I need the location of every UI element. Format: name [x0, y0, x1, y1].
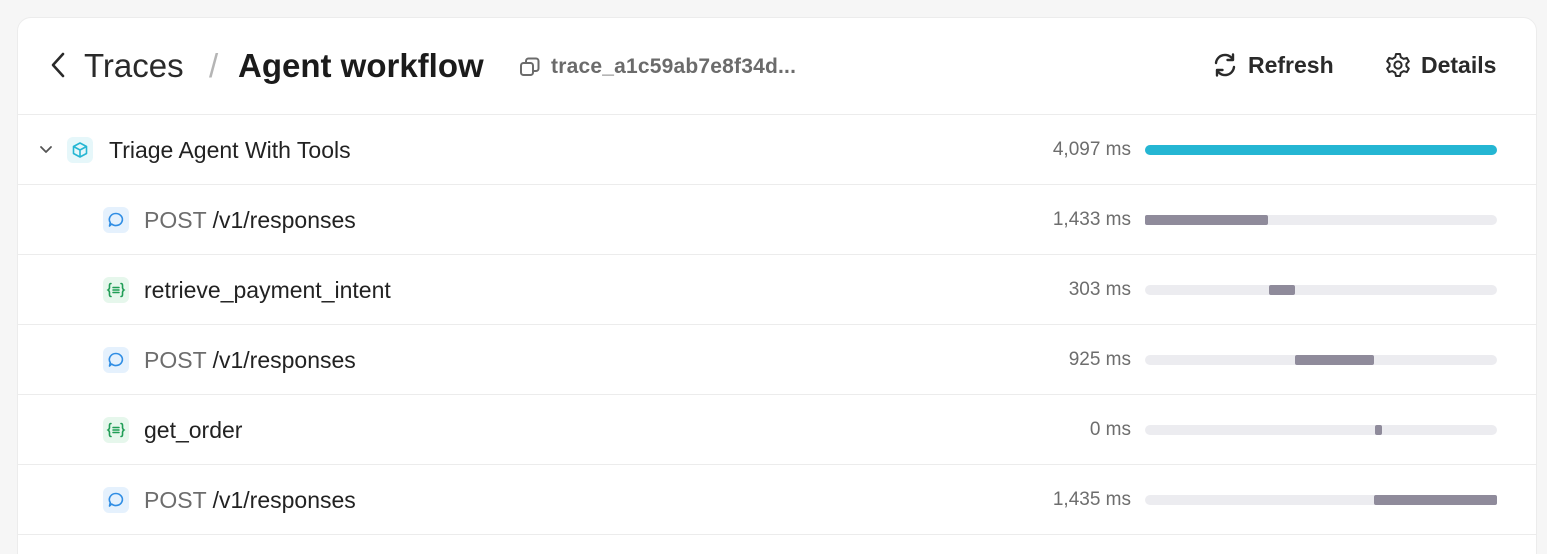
trace-id: trace_a1c59ab7e8f34d... — [551, 55, 797, 78]
span-method: POST — [144, 487, 207, 513]
span-duration: 303 ms — [1068, 279, 1131, 300]
chat-bubble-icon — [108, 492, 124, 507]
chevron-down-icon — [40, 146, 52, 153]
agent-icon-badge — [67, 137, 93, 163]
timeline-track — [1145, 215, 1497, 225]
response-icon-badge — [103, 347, 129, 373]
trace-header: Traces / Agent workflow trace_a1c59ab7e8… — [18, 18, 1536, 115]
cube-icon — [72, 142, 88, 158]
timeline-track — [1145, 355, 1497, 365]
refresh-label: Refresh — [1248, 51, 1334, 78]
timeline-track — [1145, 145, 1497, 155]
details-button[interactable]: Details — [1384, 48, 1496, 82]
span-row-function[interactable]: get_order 0 ms — [18, 395, 1536, 465]
function-icon-badge — [103, 417, 129, 443]
timeline-bar — [1145, 215, 1269, 225]
span-row-response[interactable]: POST /v1/responses 925 ms — [18, 325, 1536, 395]
span-label: POST /v1/responses — [144, 485, 356, 515]
span-path: /v1/responses — [212, 347, 356, 373]
timeline-track — [1145, 425, 1497, 435]
span-label: Triage Agent With Tools — [109, 137, 351, 163]
breadcrumb-separator: / — [209, 47, 219, 84]
span-path: /v1/responses — [212, 487, 356, 513]
copy-icon — [520, 57, 540, 76]
refresh-icon — [1214, 53, 1236, 77]
span-row-response[interactable]: POST /v1/responses 1,433 ms — [18, 185, 1536, 255]
function-braces-icon — [106, 422, 126, 438]
span-method: POST — [144, 347, 207, 373]
span-duration: 0 ms — [1089, 419, 1131, 440]
span-duration: 1,435 ms — [1052, 489, 1131, 510]
response-icon-badge — [103, 207, 129, 233]
timeline-track — [1145, 285, 1497, 295]
chat-bubble-icon — [108, 212, 124, 227]
span-duration: 925 ms — [1068, 349, 1131, 370]
span-row-function[interactable]: retrieve_payment_intent 303 ms — [18, 255, 1536, 325]
timeline-bar — [1269, 285, 1296, 295]
function-braces-icon — [106, 282, 126, 298]
span-label: retrieve_payment_intent — [144, 277, 391, 303]
timeline-bar — [1374, 425, 1382, 435]
copy-trace-id-button[interactable]: trace_a1c59ab7e8f34d... — [518, 54, 796, 80]
span-label: get_order — [144, 417, 243, 443]
span-label: POST /v1/responses — [144, 345, 356, 375]
page-title: Agent workflow — [238, 47, 484, 84]
timeline-bar — [1294, 355, 1375, 365]
trace-panel: Traces / Agent workflow trace_a1c59ab7e8… — [17, 17, 1537, 554]
span-label: POST /v1/responses — [144, 205, 356, 235]
response-icon-badge — [103, 487, 129, 513]
timeline-track — [1145, 495, 1497, 505]
span-method: POST — [144, 207, 207, 233]
span-duration: 1,433 ms — [1052, 209, 1131, 230]
back-button[interactable] — [45, 50, 71, 80]
span-duration: 4,097 ms — [1052, 139, 1131, 160]
breadcrumb-traces-link[interactable]: Traces — [84, 46, 184, 86]
chevron-left-icon — [51, 52, 65, 78]
chat-bubble-icon — [108, 352, 124, 367]
function-icon-badge — [103, 277, 129, 303]
collapse-toggle[interactable] — [36, 139, 56, 159]
timeline-bar — [1373, 495, 1497, 505]
span-list: Triage Agent With Tools 4,097 ms POST /v… — [18, 115, 1536, 535]
span-row-response[interactable]: POST /v1/responses 1,435 ms — [18, 465, 1536, 535]
gear-icon — [1386, 53, 1410, 77]
timeline-bar — [1145, 145, 1497, 155]
details-label: Details — [1421, 51, 1497, 78]
span-row-triage-agent[interactable]: Triage Agent With Tools 4,097 ms — [18, 115, 1536, 185]
refresh-button[interactable]: Refresh — [1211, 48, 1334, 82]
span-path: /v1/responses — [212, 207, 356, 233]
